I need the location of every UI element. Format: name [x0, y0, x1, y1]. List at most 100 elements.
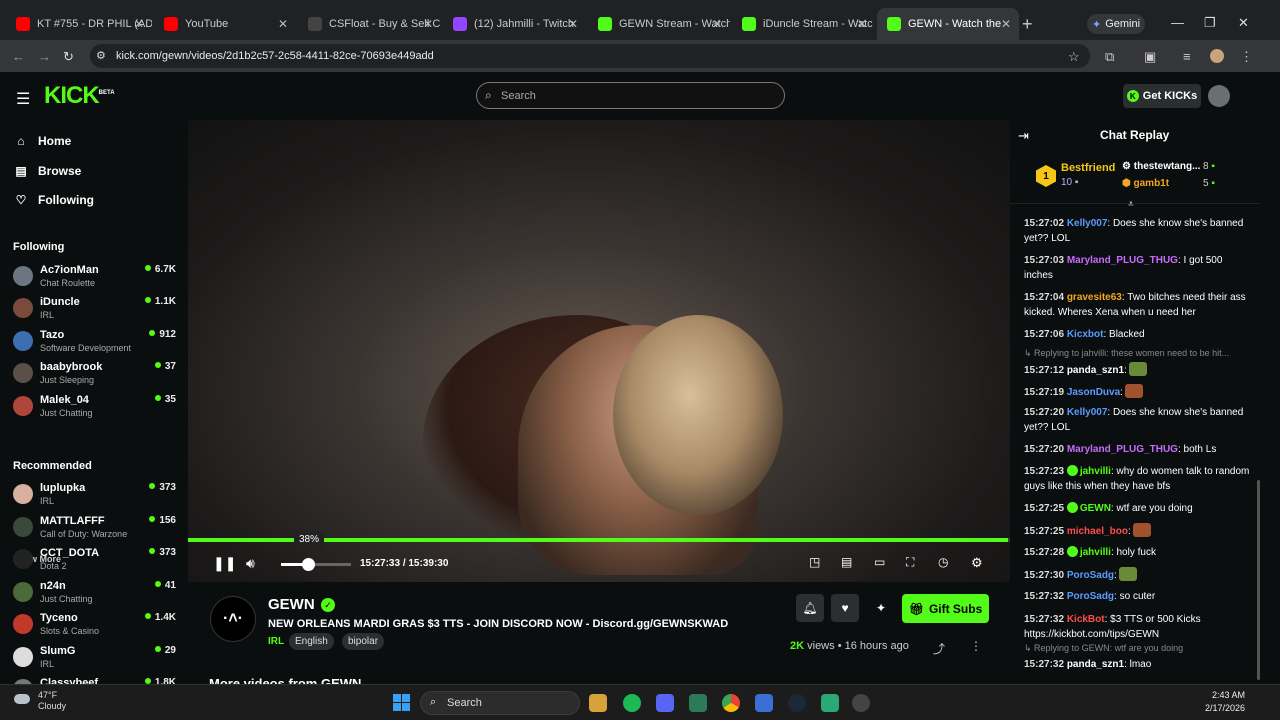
message-username[interactable]: JasonDuva — [1067, 387, 1120, 398]
browser-tab[interactable]: KT #755 - DR PHIL (AD ✕ — [6, 8, 152, 40]
message-username[interactable]: michael_boo — [1067, 526, 1128, 537]
account-avatar[interactable] — [1208, 85, 1230, 107]
start-button[interactable] — [393, 694, 410, 711]
minimize-button[interactable]: — — [1171, 15, 1184, 30]
nav-browse[interactable]: ▤ Browse — [14, 164, 81, 178]
browser-menu-icon[interactable]: ⋮ — [1240, 49, 1253, 65]
sidebar-channel[interactable]: Classybeef 1.8K — [13, 676, 178, 684]
message-username[interactable]: gravesite63 — [1067, 292, 1122, 303]
message-username[interactable]: Kelly007 — [1067, 218, 1108, 229]
channel-name[interactable]: GEWN — [268, 596, 315, 613]
tab-close-icon[interactable]: ✕ — [278, 17, 288, 31]
theater-mode-icon[interactable]: ▭ — [874, 555, 885, 569]
browser-tab[interactable]: CSFloat - Buy & Sell CS ✕ — [298, 8, 441, 40]
sidebar-channel[interactable]: Ac7ionMan Chat Roulette 6.7K — [13, 263, 178, 293]
gift-subs-button[interactable]: 🎁︎ Gift Subs — [902, 594, 989, 623]
chrome-icon[interactable] — [722, 694, 740, 712]
sidebar-channel[interactable]: luplupka IRL 373 — [13, 481, 178, 511]
profile-avatar[interactable] — [1210, 49, 1224, 63]
discord-icon[interactable] — [656, 694, 674, 712]
tab-close-icon[interactable]: ✕ — [712, 17, 722, 31]
message-username[interactable]: Kicxbot — [1067, 329, 1104, 340]
leaderboard-name[interactable]: ⚙ thestewtang... — [1122, 161, 1200, 172]
tab-close-icon[interactable]: ✕ — [134, 17, 144, 31]
app-icon[interactable] — [852, 694, 870, 712]
back-icon[interactable]: ← — [12, 49, 25, 64]
browser-tab[interactable]: iDuncle Stream - Watc ✕ — [732, 8, 875, 40]
tab-close-icon[interactable]: ✕ — [1001, 17, 1011, 31]
sidebar-channel[interactable]: MATTLAFFF Call of Duty: Warzone 156 — [13, 514, 178, 544]
more-options-icon[interactable]: ⋮ — [970, 639, 982, 653]
message-username[interactable]: jahvilli — [1080, 547, 1111, 558]
app-icon[interactable] — [821, 694, 839, 712]
fullscreen-icon[interactable]: ⛶ — [906, 555, 914, 570]
sidebar-channel[interactable]: n24n Just Chatting 41 — [13, 579, 178, 609]
message-username[interactable]: PoroSadg — [1067, 570, 1114, 581]
video-player[interactable] — [188, 120, 1010, 582]
clip-icon[interactable]: ▤ — [841, 555, 852, 569]
message-username[interactable]: PoroSadg — [1067, 591, 1114, 602]
sidebar-channel[interactable]: Tazo Software Development 912 — [13, 328, 178, 358]
browser-tab[interactable]: GEWN - Watch the ✕ — [877, 8, 1019, 40]
app-icon[interactable] — [755, 694, 773, 712]
collapse-chat-icon[interactable]: ⇥ — [1018, 128, 1029, 144]
forward-icon[interactable]: → — [38, 49, 51, 64]
steam-icon[interactable] — [788, 694, 806, 712]
leaderboard-top-name[interactable]: Bestfriend — [1061, 162, 1115, 174]
playback-speed-icon[interactable]: ◷ — [938, 555, 948, 569]
volume-icon[interactable]: 🔊︎ — [246, 555, 255, 572]
browser-tab[interactable]: YouTube ✕ — [154, 8, 296, 40]
browser-tab[interactable]: (12) Jahmilli - Twitch ✕ — [443, 8, 586, 40]
category-link[interactable]: IRL — [268, 636, 284, 647]
browser-tab[interactable]: GEWN Stream - Watch ✕ — [588, 8, 730, 40]
sidebar-channel[interactable]: Tyceno Slots & Casino 1.4K — [13, 611, 178, 641]
reload-icon[interactable]: ↻ — [63, 49, 74, 65]
message-username[interactable]: Kelly007 — [1067, 407, 1108, 418]
sidebar-channel[interactable]: Malek_04 Just Chatting 35 — [13, 393, 178, 423]
volume-slider[interactable] — [281, 558, 351, 571]
weather-widget[interactable]: 47°F Cloudy — [14, 690, 66, 712]
volume-slider-handle[interactable] — [301, 558, 315, 571]
cast-icon[interactable]: ▣ — [1144, 49, 1156, 65]
terminal-icon[interactable] — [689, 694, 707, 712]
close-window-button[interactable]: ✕ — [1238, 15, 1249, 31]
sidebar-channel[interactable]: SlumG IRL 29 — [13, 644, 178, 674]
tab-close-icon[interactable]: ✕ — [857, 17, 867, 31]
extensions-icon[interactable]: ⧉ — [1105, 49, 1114, 65]
tab-close-icon[interactable]: ✕ — [568, 17, 578, 31]
pause-icon[interactable]: ❚❚ — [213, 555, 236, 572]
message-username[interactable]: GEWN — [1080, 503, 1111, 514]
search-input[interactable]: ⌕ Search — [476, 82, 785, 109]
url-text[interactable]: kick.com/gewn/videos/2d1b2c57-2c58-4411-… — [116, 50, 434, 62]
settings-gear-icon[interactable]: ⚙ — [971, 555, 983, 571]
tag-bipolar[interactable]: bipolar — [342, 633, 385, 650]
channel-avatar[interactable]: ·˄· — [210, 596, 256, 642]
kick-logo[interactable]: KICKBETA — [44, 82, 115, 110]
spotify-icon[interactable] — [623, 694, 641, 712]
maximize-button[interactable]: ❐ — [1204, 15, 1216, 31]
message-username[interactable]: panda_szn1 — [1067, 659, 1124, 670]
message-username[interactable]: KickBot — [1067, 614, 1105, 625]
message-username[interactable]: Maryland_PLUG_THUG — [1067, 444, 1178, 455]
media-icon[interactable]: ≡ — [1183, 49, 1191, 64]
site-info-icon[interactable]: ⚙ — [96, 49, 106, 62]
expand-leaderboard-icon[interactable]: ⩡ — [1128, 199, 1134, 210]
leaderboard-name[interactable]: ⬢ gamb1t — [1122, 178, 1169, 189]
sidebar-channel[interactable]: baabybrook Just Sleeping 37 — [13, 360, 178, 390]
message-username[interactable]: panda_szn1 — [1067, 365, 1124, 376]
share-icon[interactable]: ⤴ — [933, 640, 945, 657]
bookmark-star-icon[interactable]: ☆ — [1068, 49, 1080, 65]
tab-close-icon[interactable]: ✕ — [423, 17, 433, 31]
nav-home[interactable]: ⌂ Home — [14, 134, 71, 148]
miniplayer-icon[interactable]: ◳ — [809, 555, 820, 569]
sidebar-channel[interactable]: iDuncle IRL 1.1K — [13, 295, 178, 325]
new-tab-button[interactable]: + — [1022, 14, 1033, 35]
sparkle-button[interactable]: ✦ — [867, 594, 895, 622]
chat-scrollbar[interactable] — [1257, 480, 1260, 680]
taskbar-search[interactable]: ⌕ Search — [420, 691, 580, 715]
sidebar-channel[interactable]: CCT_DOTA Dota 2 373 — [13, 546, 178, 576]
follow-button[interactable]: ♥ — [831, 594, 859, 622]
message-username[interactable]: Maryland_PLUG_THUG — [1067, 255, 1178, 266]
hamburger-menu-icon[interactable]: ☰ — [16, 89, 30, 109]
file-explorer-icon[interactable] — [589, 694, 607, 712]
